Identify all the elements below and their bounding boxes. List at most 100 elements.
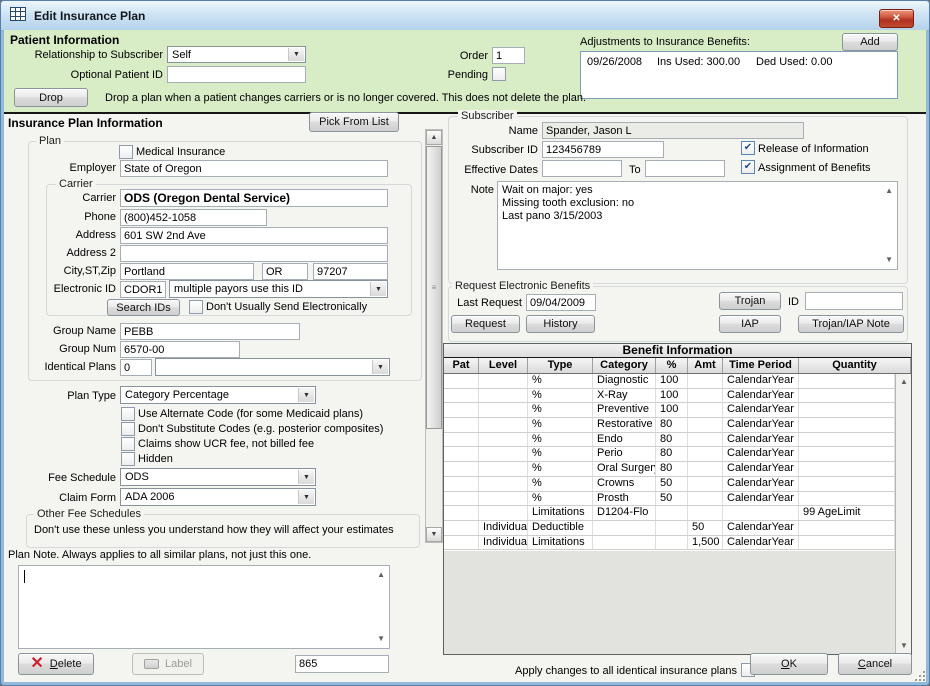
order-field[interactable]: 1 — [492, 47, 525, 64]
chevron-down-icon[interactable]: ▼ — [298, 470, 314, 484]
column-header[interactable]: Category — [593, 358, 656, 373]
scroll-down-icon[interactable]: ▼ — [377, 635, 385, 643]
effective-to-field[interactable] — [645, 160, 725, 177]
employer-field[interactable]: State of Oregon — [120, 160, 388, 177]
column-header[interactable]: Type — [528, 358, 593, 373]
scroll-down-icon[interactable]: ▼ — [900, 642, 908, 650]
trojan-button[interactable]: Trojan — [719, 292, 781, 310]
benefit-table-scrollbar[interactable]: ▲ ▼ — [895, 374, 911, 654]
relationship-select[interactable]: Self ▼ — [167, 46, 306, 63]
iap-button[interactable]: IAP — [719, 315, 781, 333]
plan-id-field[interactable]: 865 — [295, 655, 389, 673]
address2-field[interactable] — [120, 245, 388, 262]
plan-note-textarea[interactable]: ▲ ▼ — [18, 565, 390, 649]
group-num-label: Group Num — [0, 343, 116, 355]
scroll-up-icon[interactable]: ▲ — [885, 187, 893, 195]
column-header[interactable]: Pat — [444, 358, 479, 373]
address-field[interactable]: 601 SW 2nd Ave — [120, 227, 388, 244]
dont-substitute-checkbox[interactable] — [121, 422, 135, 436]
resize-grip[interactable] — [915, 671, 925, 681]
plan-type-select[interactable]: Category Percentage ▼ — [120, 386, 316, 404]
benefit-row[interactable]: % Prosth 50 CalendarYear — [444, 492, 895, 507]
chevron-down-icon[interactable]: ▼ — [372, 360, 388, 374]
dont-substitute-label: Don't Substitute Codes (e.g. posterior c… — [138, 423, 383, 435]
trojan-iap-note-button[interactable]: Trojan/IAP Note — [798, 315, 904, 333]
title-bar[interactable]: Edit Insurance Plan ✕ — [1, 1, 929, 31]
state-field[interactable]: OR — [262, 263, 308, 280]
order-label: Order — [408, 50, 488, 62]
medical-insurance-checkbox[interactable] — [119, 145, 133, 159]
check-icon: ✔ — [744, 161, 752, 172]
column-header[interactable]: Amt — [688, 358, 723, 373]
benefit-row[interactable]: % Diagnostic 100 CalendarYear — [444, 374, 895, 389]
benefit-row[interactable]: % Perio 80 CalendarYear — [444, 447, 895, 462]
identical-plans-select[interactable]: ▼ — [155, 358, 390, 376]
ucr-fee-checkbox[interactable] — [121, 437, 135, 451]
label-icon — [144, 659, 159, 669]
scroll-down-button[interactable]: ▼ — [426, 527, 442, 542]
add-adjustment-button[interactable]: Add — [842, 33, 898, 51]
column-header[interactable]: % — [656, 358, 688, 373]
benefit-row[interactable]: % X-Ray 100 CalendarYear — [444, 389, 895, 404]
fee-schedule-label: Fee Schedule — [0, 472, 116, 484]
close-button[interactable]: ✕ — [879, 9, 914, 28]
optional-patient-id-field[interactable] — [167, 66, 306, 83]
city-field[interactable]: Portland — [120, 263, 254, 280]
scroll-up-icon[interactable]: ▲ — [377, 571, 385, 579]
benefit-row[interactable]: % Oral Surgery 80 CalendarYear — [444, 462, 895, 477]
electronic-benefits-label: Request Electronic Benefits — [452, 280, 593, 292]
benefit-row[interactable]: Limitations D1204-Flo 99 AgeLimit — [444, 506, 895, 521]
claim-form-select[interactable]: ADA 2006 ▼ — [120, 488, 316, 506]
zip-field[interactable]: 97207 — [313, 263, 388, 280]
hidden-checkbox[interactable] — [121, 452, 135, 466]
delete-button[interactable]: ✕ Delete — [18, 653, 94, 675]
phone-field[interactable]: (800)452-1058 — [120, 209, 267, 226]
cancel-button[interactable]: Cancel — [838, 653, 912, 675]
benefit-row[interactable]: % Crowns 50 CalendarYear — [444, 477, 895, 492]
label-button[interactable]: Label — [132, 653, 204, 675]
history-button[interactable]: History — [526, 315, 595, 333]
request-button[interactable]: Request — [451, 315, 520, 333]
benefit-row[interactable]: % Preventive 100 CalendarYear — [444, 403, 895, 418]
ok-button[interactable]: OK — [750, 653, 828, 675]
identical-plans-field[interactable]: 0 — [120, 359, 152, 376]
chevron-down-icon[interactable]: ▼ — [288, 48, 304, 61]
subscriber-id-field[interactable]: 123456789 — [542, 141, 664, 158]
dont-send-checkbox[interactable] — [189, 300, 203, 314]
column-header[interactable]: Quantity — [799, 358, 911, 373]
label-button-label: Label — [165, 658, 192, 670]
electronic-id-field[interactable]: CDOR1 — [120, 281, 166, 298]
trojan-id-field[interactable] — [805, 292, 903, 310]
chevron-down-icon[interactable]: ▼ — [298, 490, 314, 504]
chevron-down-icon[interactable]: ▼ — [298, 388, 314, 402]
relationship-label: Relationship to Subscriber — [0, 49, 163, 61]
search-ids-button[interactable]: Search IDs — [107, 299, 180, 316]
last-request-field[interactable]: 09/04/2009 — [526, 294, 596, 311]
group-num-field[interactable]: 6570-00 — [120, 341, 240, 358]
plan-type-value: Category Percentage — [125, 389, 229, 401]
alternate-code-checkbox[interactable] — [121, 407, 135, 421]
effective-from-field[interactable] — [542, 160, 622, 177]
column-header[interactable]: Level — [479, 358, 528, 373]
payor-select[interactable]: multiple payors use this ID ▼ — [169, 280, 388, 298]
drop-button[interactable]: Drop — [14, 88, 88, 107]
column-header[interactable]: Time Period — [723, 358, 799, 373]
benefit-row[interactable]: % Endo 80 CalendarYear — [444, 433, 895, 448]
apply-all-label: Apply changes to all identical insurance… — [500, 665, 737, 677]
scroll-up-icon[interactable]: ▲ — [900, 378, 908, 386]
benefit-row[interactable]: % Restorative 80 CalendarYear — [444, 418, 895, 433]
carrier-field[interactable]: ODS (Oregon Dental Service) — [120, 189, 388, 207]
assignment-of-benefits-checkbox[interactable]: ✔ — [741, 160, 755, 174]
scroll-down-icon[interactable]: ▼ — [885, 256, 893, 264]
chevron-down-icon[interactable]: ▼ — [370, 282, 386, 296]
release-of-information-checkbox[interactable]: ✔ — [741, 141, 755, 155]
trojan-id-label: ID — [788, 296, 799, 308]
employer-label: Employer — [0, 162, 116, 174]
group-name-field[interactable]: PEBB — [120, 323, 300, 340]
benefit-row[interactable]: Individual Limitations 1,500 CalendarYea… — [444, 536, 895, 551]
adjustments-listbox[interactable]: 09/26/2008 Ins Used: 300.00 Ded Used: 0.… — [580, 51, 898, 99]
pending-checkbox[interactable] — [492, 67, 506, 81]
fee-schedule-select[interactable]: ODS ▼ — [120, 468, 316, 486]
benefit-row[interactable]: Individual Deductible 50 CalendarYear — [444, 521, 895, 536]
subscriber-note-box[interactable]: Wait on major: yes Missing tooth exclusi… — [497, 181, 898, 270]
